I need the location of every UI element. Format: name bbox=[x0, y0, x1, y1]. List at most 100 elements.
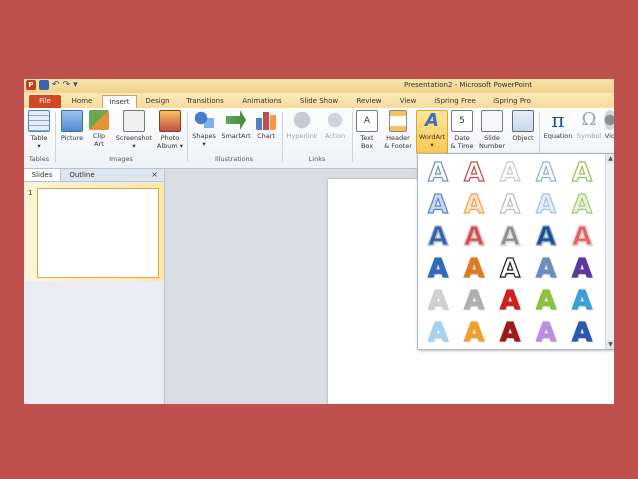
header-footer-icon bbox=[389, 110, 407, 132]
wordart-style-dark-red[interactable]: A bbox=[492, 317, 528, 349]
wordart-style-black-outline[interactable]: A bbox=[492, 253, 528, 285]
smartart-button[interactable]: SmartArt bbox=[220, 110, 252, 140]
wordart-style-steel-blue[interactable]: A bbox=[528, 253, 564, 285]
chart-icon bbox=[256, 112, 276, 130]
redo-icon[interactable]: ↷ bbox=[63, 80, 71, 90]
wordart-style-navy-fill[interactable]: A bbox=[420, 221, 456, 253]
wordart-style-orange-fill[interactable]: A bbox=[456, 253, 492, 285]
text-box-button[interactable]: A Text Box bbox=[355, 110, 379, 150]
slide-number-label-2: Number bbox=[478, 142, 506, 150]
scroll-up-icon[interactable]: ▲ bbox=[606, 154, 614, 163]
tab-home[interactable]: Home bbox=[67, 95, 97, 108]
tab-ispring-pro[interactable]: iSpring Pro bbox=[487, 95, 537, 108]
wordart-style-lime[interactable]: A bbox=[564, 189, 600, 221]
smartart-icon bbox=[226, 110, 246, 130]
picture-button[interactable]: Picture bbox=[58, 110, 86, 142]
wordart-style-aqua[interactable]: A bbox=[564, 285, 600, 317]
shapes-icon bbox=[194, 110, 214, 130]
wordart-style-red-bold[interactable]: A bbox=[492, 285, 528, 317]
powerpoint-logo-icon[interactable]: P bbox=[26, 80, 36, 90]
photo-album-label-1: Photo bbox=[160, 134, 180, 142]
chart-button[interactable]: Chart bbox=[254, 110, 278, 140]
undo-icon[interactable]: ↶ bbox=[52, 80, 60, 90]
header-footer-button[interactable]: Header & Footer bbox=[381, 110, 415, 150]
powerpoint-window: P ↶ ↷ ▾ Presentation2 - Microsoft PowerP… bbox=[24, 79, 614, 404]
quick-access-toolbar: P ↶ ↷ ▾ bbox=[26, 80, 78, 90]
equation-button[interactable]: π Equation bbox=[541, 110, 575, 140]
table-label: Table bbox=[30, 134, 48, 142]
wordart-style-grid: AAAAAAAAAAAAAAAAAAAAAAAAAAAAAA bbox=[420, 157, 602, 349]
save-icon[interactable] bbox=[39, 80, 49, 90]
photo-album-icon bbox=[159, 110, 181, 132]
tab-view[interactable]: View bbox=[394, 95, 422, 108]
wordart-style-light-blue-glow[interactable]: A bbox=[420, 317, 456, 349]
slide-number-label-1: Slide bbox=[484, 134, 500, 142]
slides-pane: Slides Outline × 1 bbox=[24, 169, 165, 404]
wordart-style-gray-light[interactable]: A bbox=[420, 285, 456, 317]
tab-design[interactable]: Design bbox=[141, 95, 174, 108]
tab-outline[interactable]: Outline bbox=[62, 169, 102, 181]
wordart-style-red-outline[interactable]: A bbox=[456, 157, 492, 189]
clip-art-button[interactable]: Clip Art bbox=[88, 110, 110, 148]
wordart-style-bright-blue[interactable]: A bbox=[420, 253, 456, 285]
customize-qat-icon[interactable]: ▾ bbox=[73, 80, 78, 90]
text-box-label-2: Box bbox=[360, 142, 374, 150]
clip-art-label-2: Art bbox=[94, 140, 104, 148]
video-button[interactable]: Vid bbox=[603, 110, 614, 140]
wordart-icon: A bbox=[425, 110, 439, 131]
date-time-label-1: Date bbox=[454, 134, 470, 142]
wordart-style-light-blue-outline[interactable]: A bbox=[528, 157, 564, 189]
wordart-style-dark-blue[interactable]: A bbox=[528, 221, 564, 253]
equation-label: Equation bbox=[543, 132, 573, 140]
wordart-style-green-outline[interactable]: A bbox=[564, 157, 600, 189]
slide-number-button[interactable]: Slide Number bbox=[477, 110, 507, 150]
wordart-style-blue-outline[interactable]: A bbox=[420, 157, 456, 189]
action-button[interactable]: Action bbox=[321, 110, 349, 140]
wordart-style-red-fill[interactable]: A bbox=[456, 221, 492, 253]
wordart-style-white-gray[interactable]: A bbox=[492, 189, 528, 221]
wordart-style-orange-glow[interactable]: A bbox=[456, 317, 492, 349]
wordart-style-green-bold[interactable]: A bbox=[528, 285, 564, 317]
scroll-down-icon[interactable]: ▼ bbox=[606, 340, 614, 349]
close-icon[interactable]: × bbox=[151, 169, 158, 181]
tab-ispring-free[interactable]: iSpring Free bbox=[429, 95, 481, 108]
wordart-style-lavender[interactable]: A bbox=[528, 317, 564, 349]
gallery-scrollbar[interactable]: ▲ ▼ bbox=[605, 154, 614, 349]
wordart-button[interactable]: A WordArt ▾ bbox=[416, 110, 448, 154]
wordart-style-gray-mid[interactable]: A bbox=[456, 285, 492, 317]
tab-review[interactable]: Review bbox=[352, 95, 386, 108]
date-time-label-2: & Time bbox=[450, 142, 474, 150]
screenshot-icon bbox=[123, 110, 145, 132]
video-label: Vid bbox=[604, 132, 614, 140]
hyperlink-button[interactable]: Hyperlink bbox=[285, 110, 319, 140]
ribbon-tabs: File Home Insert Design Transitions Anim… bbox=[24, 93, 614, 108]
photo-album-button[interactable]: Photo Album ▾ bbox=[156, 110, 184, 150]
wordart-style-salmon[interactable]: A bbox=[564, 221, 600, 253]
wordart-style-silver[interactable]: A bbox=[492, 221, 528, 253]
group-separator bbox=[187, 112, 188, 162]
slide-thumbnail[interactable] bbox=[37, 188, 159, 278]
wordart-style-orange-outline[interactable]: A bbox=[456, 189, 492, 221]
tab-file[interactable]: File bbox=[29, 95, 61, 108]
date-time-button[interactable]: 5 Date & Time bbox=[449, 110, 475, 150]
symbol-button[interactable]: Ω Symbol bbox=[576, 110, 602, 141]
tab-slide-show[interactable]: Slide Show bbox=[296, 95, 342, 108]
tab-transitions[interactable]: Transitions bbox=[182, 95, 228, 108]
group-label-links: Links bbox=[308, 155, 326, 163]
tab-animations[interactable]: Animations bbox=[237, 95, 287, 108]
shapes-button[interactable]: Shapes ▾ bbox=[190, 110, 218, 148]
slide-thumbnail-row[interactable]: 1 bbox=[24, 183, 164, 281]
text-box-icon: A bbox=[356, 110, 378, 132]
wordart-style-purple[interactable]: A bbox=[564, 253, 600, 285]
screenshot-button[interactable]: Screenshot ▾ bbox=[114, 110, 154, 150]
wordart-style-blue-gradient[interactable]: A bbox=[420, 189, 456, 221]
wordart-gallery: AAAAAAAAAAAAAAAAAAAAAAAAAAAAAA ▲ ▼ bbox=[417, 153, 614, 350]
wordart-style-gray-outline[interactable]: A bbox=[492, 157, 528, 189]
tab-slides[interactable]: Slides bbox=[24, 169, 61, 181]
header-footer-label-2: & Footer bbox=[384, 142, 412, 150]
table-button[interactable]: Table ▾ bbox=[26, 110, 52, 150]
object-button[interactable]: Object bbox=[509, 110, 537, 142]
wordart-style-deep-blue[interactable]: A bbox=[564, 317, 600, 349]
wordart-style-sky-blue[interactable]: A bbox=[528, 189, 564, 221]
tab-insert[interactable]: Insert bbox=[102, 95, 137, 108]
